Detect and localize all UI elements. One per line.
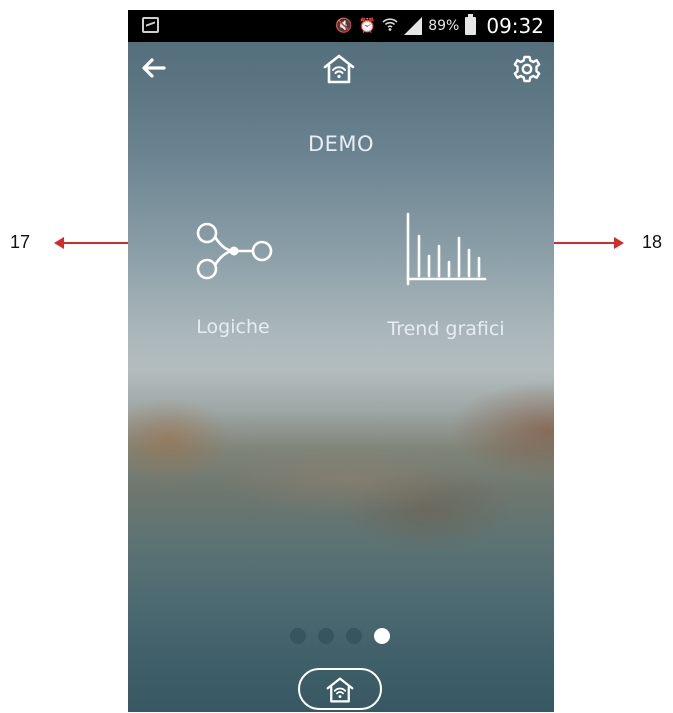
plant-title: DEMO (307, 132, 375, 156)
bar-chart-icon (406, 212, 487, 286)
page-dot[interactable] (290, 628, 306, 644)
wifi-icon (382, 16, 398, 36)
gallery-notification-icon (142, 17, 159, 33)
wifi-home-icon (326, 677, 354, 703)
tile-trend-grafici[interactable]: Trend grafici (366, 210, 526, 340)
phone-screen: 🔇 ⏰ 89% 09:32 DEMO Logiche Trend grafici (128, 10, 554, 712)
tile-label-trend-grafici: Trend grafici (387, 318, 505, 340)
home-button[interactable] (298, 668, 382, 710)
clock: 09:32 (486, 14, 544, 38)
gear-icon[interactable] (512, 54, 542, 84)
page-dot-active[interactable] (374, 628, 390, 644)
back-arrow-icon[interactable] (140, 56, 166, 80)
mute-vibrate-icon: 🔇 (335, 18, 353, 34)
battery-icon (465, 14, 477, 35)
status-bar: 🔇 ⏰ 89% 09:32 (128, 10, 554, 42)
tile-logiche[interactable]: Logiche (153, 222, 313, 338)
battery-percent: 89% (428, 18, 460, 34)
logic-nodes-icon (196, 222, 273, 280)
callout-number-17: 17 (10, 232, 31, 252)
page-dot[interactable] (346, 628, 362, 644)
alarm-icon: ⏰ (358, 18, 377, 34)
wifi-home-icon[interactable] (322, 53, 356, 85)
tile-label-logiche: Logiche (196, 316, 270, 338)
signal-strength-icon (404, 17, 423, 35)
page-indicator (290, 628, 390, 644)
figure: 17 18 🔇 ⏰ 89% 09:32 DEMO Logiche Trend g… (0, 0, 673, 713)
status-icons: 🔇 ⏰ 89% 09:32 (335, 10, 544, 42)
callout-number-18: 18 (642, 232, 663, 252)
page-dot[interactable] (318, 628, 334, 644)
